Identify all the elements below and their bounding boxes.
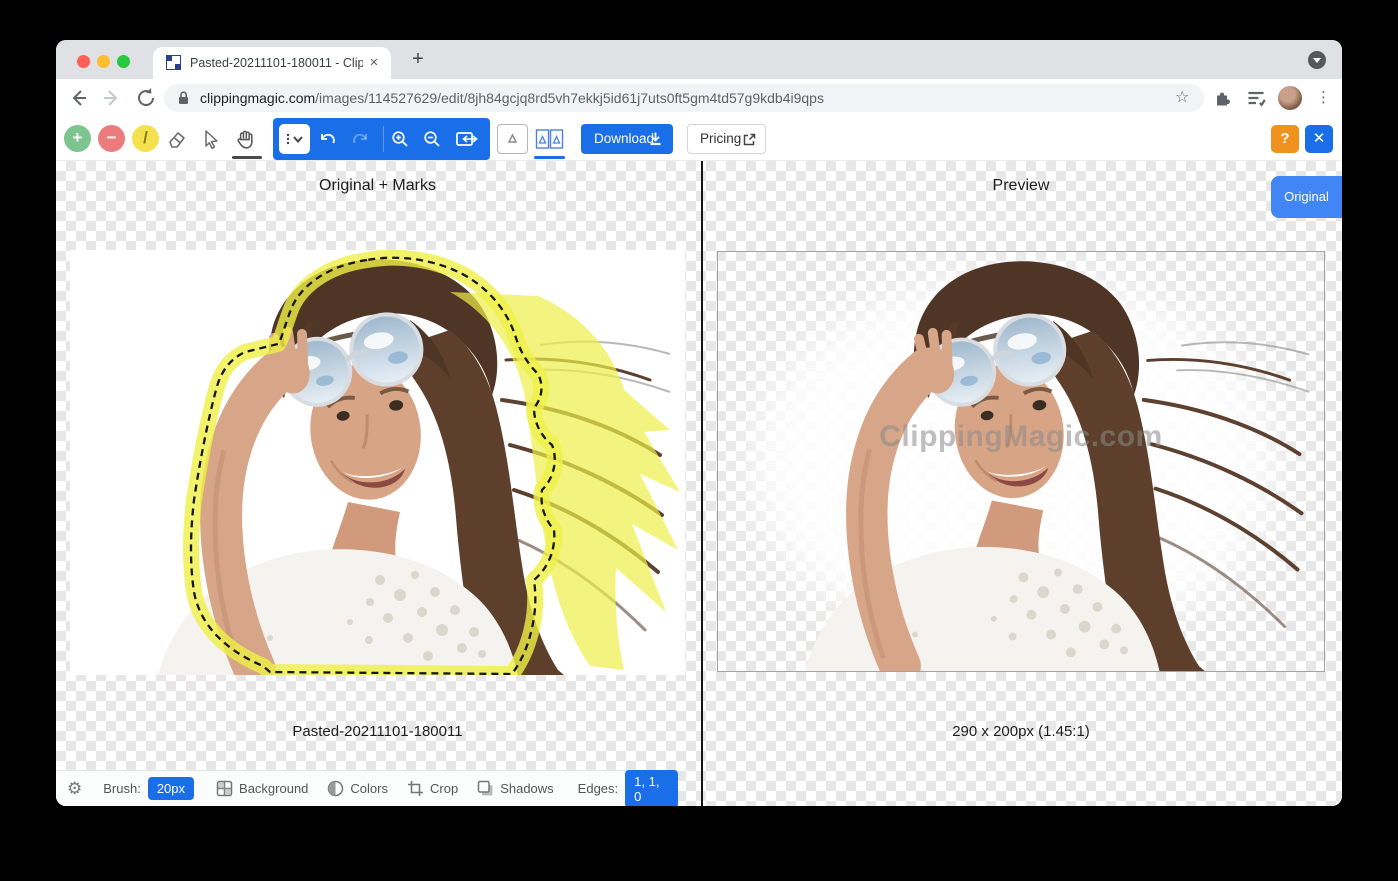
profile-avatar[interactable] — [1278, 86, 1302, 110]
bottom-settings-bar: ⚙ Brush: 20px Background Colors Crop Sha… — [56, 770, 678, 806]
crop-icon[interactable] — [407, 780, 424, 797]
help-button[interactable]: ? — [1271, 125, 1299, 153]
background-icon[interactable] — [216, 780, 233, 797]
shadows-icon[interactable] — [477, 780, 494, 797]
edges-value-button[interactable]: 1, 1, 0 — [625, 770, 678, 807]
selected-tool-indicator — [232, 156, 262, 159]
original-photo-with-marks — [70, 250, 685, 675]
selected-view-indicator — [534, 156, 565, 159]
pan-hand-tool-icon[interactable] — [232, 128, 258, 150]
new-tab-button[interactable]: + — [405, 47, 431, 73]
browser-navbar: clippingmagic.com/images/114527629/edit/… — [56, 79, 1342, 117]
mark-keep-tool[interactable]: + — [64, 125, 91, 152]
background-label[interactable]: Background — [239, 781, 308, 796]
extensions-puzzle-icon[interactable] — [1212, 88, 1232, 108]
pricing-button[interactable]: Pricing — [687, 124, 766, 154]
single-view-button[interactable] — [497, 124, 528, 154]
editor-canvas: Original + Marks Preview ClippingMagic.c… — [56, 161, 1342, 806]
back-icon[interactable] — [66, 86, 90, 110]
preview-image-panel[interactable]: ClippingMagic.com — [717, 251, 1325, 672]
split-view-button[interactable] — [534, 124, 565, 154]
mark-remove-tool[interactable]: − — [98, 125, 125, 152]
external-link-icon — [742, 132, 756, 147]
preview-cutout-image — [718, 252, 1324, 671]
forward-icon[interactable] — [100, 86, 124, 110]
menu-chevron-icon — [279, 124, 310, 154]
eraser-tool-icon[interactable] — [166, 128, 188, 150]
tab-close-icon[interactable]: ✕ — [365, 54, 383, 72]
undo-icon[interactable] — [317, 129, 337, 149]
split-view-icon — [534, 124, 565, 154]
left-panel-caption: Pasted-20211101-180011 — [70, 723, 685, 740]
show-original-button[interactable]: Original — [1271, 176, 1342, 218]
url-domain: clippingmagic.com — [200, 90, 315, 106]
url-text: clippingmagic.com/images/114527629/edit/… — [200, 84, 1160, 112]
toolbar-divider — [383, 126, 384, 152]
traffic-zoom-button[interactable] — [117, 55, 130, 68]
toolbar-blue-group — [273, 118, 490, 160]
original-image-canvas[interactable] — [70, 250, 685, 675]
left-panel-title: Original + Marks — [70, 177, 685, 195]
traffic-close-button[interactable] — [77, 55, 90, 68]
watermark-text: ClippingMagic.com — [718, 420, 1324, 454]
editor-toolbar: + − / — [56, 117, 1342, 161]
colors-icon[interactable] — [327, 780, 344, 797]
right-panel-title: Preview — [717, 177, 1325, 195]
url-path: /images/114527629/edit/8jh84gcjq8rd5vh7e… — [315, 90, 824, 106]
redo-icon[interactable] — [351, 129, 371, 149]
brush-label: Brush: — [103, 781, 141, 796]
edges-label: Edges: — [578, 781, 618, 796]
crop-label[interactable]: Crop — [430, 781, 458, 796]
browser-tab[interactable]: Pasted-20211101-180011 - Clip ✕ — [153, 47, 391, 79]
settings-gear-icon[interactable]: ⚙ — [67, 779, 82, 799]
bookmark-star-icon[interactable]: ☆ — [1175, 87, 1189, 107]
clippingmagic-favicon — [166, 55, 181, 70]
brush-size-button[interactable]: 20px — [148, 777, 194, 800]
editor-close-button[interactable]: ✕ — [1305, 125, 1333, 153]
tab-search-button[interactable] — [1308, 51, 1326, 69]
single-view-icon — [498, 125, 527, 153]
tab-strip: Pasted-20211101-180011 - Clip ✕ + — [56, 40, 1342, 79]
lock-icon — [177, 90, 189, 106]
download-button[interactable]: Download — [581, 124, 673, 154]
reload-icon[interactable] — [134, 86, 158, 110]
reading-list-icon[interactable] — [1246, 88, 1266, 108]
pricing-label: Pricing — [700, 131, 741, 146]
traffic-minimize-button[interactable] — [97, 55, 110, 68]
download-label: Download — [594, 131, 654, 146]
colors-label[interactable]: Colors — [350, 781, 388, 796]
chevron-down-icon — [1312, 57, 1322, 64]
zoom-out-icon[interactable] — [422, 129, 442, 149]
tab-title: Pasted-20211101-180011 - Clip — [190, 47, 363, 79]
shadows-label[interactable]: Shadows — [500, 781, 553, 796]
download-icon — [648, 131, 663, 147]
zoom-in-icon[interactable] — [390, 129, 410, 149]
right-panel-caption: 290 x 200px (1.45:1) — [717, 723, 1325, 740]
url-bar[interactable]: clippingmagic.com/images/114527629/edit/… — [164, 84, 1204, 112]
browser-window: Pasted-20211101-180011 - Clip ✕ + clippi… — [56, 40, 1342, 806]
select-cursor-tool-icon[interactable] — [200, 128, 222, 150]
editor-menu-button[interactable] — [279, 124, 310, 154]
browser-menu-icon[interactable]: ⋮ — [1316, 86, 1331, 110]
hair-tool[interactable]: / — [132, 125, 159, 152]
zoom-fit-icon[interactable] — [455, 129, 479, 149]
panel-divider — [701, 161, 703, 806]
